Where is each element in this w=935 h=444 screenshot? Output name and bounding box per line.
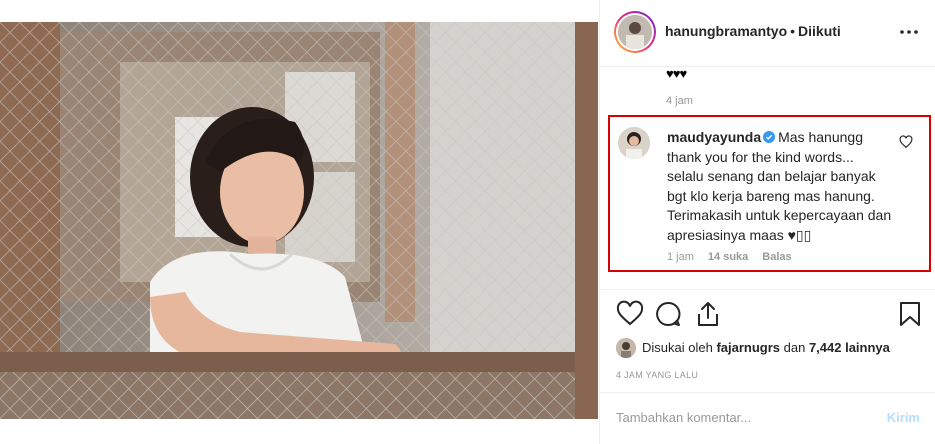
instagram-post: hanungbramantyo • Diikuti ♥♥♥ 4 jam maudya… [0,0,935,444]
comment-meta: 1 jam 14 suka Balas [667,251,806,263]
liker-username[interactable]: fajarnugrs [716,340,780,355]
follow-status[interactable]: Diikuti [798,23,841,39]
post-header: hanungbramantyo • Diikuti [600,0,935,67]
comment-time: 1 jam [667,251,694,263]
more-options-icon[interactable] [899,22,919,42]
commenter-avatar-image [618,127,650,159]
share-icon[interactable] [694,300,722,328]
liker-avatar[interactable] [616,338,636,358]
commenter-avatar[interactable] [618,127,650,159]
author-avatar[interactable] [614,11,656,53]
photo-illustration [0,22,598,419]
reply-button[interactable]: Balas [762,251,791,263]
post-date[interactable]: 4 JAM YANG LALU [616,370,698,380]
add-comment-area: Kirim [600,392,935,444]
highlighted-comment: maudyayunda Mas hanungg thank you for the… [608,115,931,272]
header-separator: • [790,23,796,39]
likes-count[interactable]: 7,442 lainnya [809,340,890,355]
likes-prefix: Disukai oleh [642,340,717,355]
post-comment-button[interactable]: Kirim [887,410,920,425]
likes-middle: dan [780,340,809,355]
caption-hearts: ♥♥♥ [666,66,687,81]
post-photo[interactable] [0,22,598,419]
verified-badge-icon [763,131,776,143]
comment-body: maudyayunda Mas hanungg thank you for the… [667,128,892,245]
author-avatar-image [618,15,652,49]
heart-icon[interactable] [616,300,644,328]
commenter-username[interactable]: maudyayunda [667,129,761,145]
post-side-panel: hanungbramantyo • Diikuti ♥♥♥ 4 jam maudya… [599,0,935,444]
bookmark-icon[interactable] [896,300,924,328]
author-username[interactable]: hanungbramantyo [665,23,787,39]
comment-input[interactable] [616,410,866,425]
divider [600,289,935,290]
comment-likes[interactable]: 14 suka [708,251,748,263]
comment-like-heart-icon[interactable] [899,135,913,149]
comment-icon[interactable] [654,300,682,328]
liker-avatar-image [616,338,636,358]
caption-time: 4 jam [666,95,693,107]
comment-text: Mas hanungg thank you for the kind words… [667,129,892,243]
